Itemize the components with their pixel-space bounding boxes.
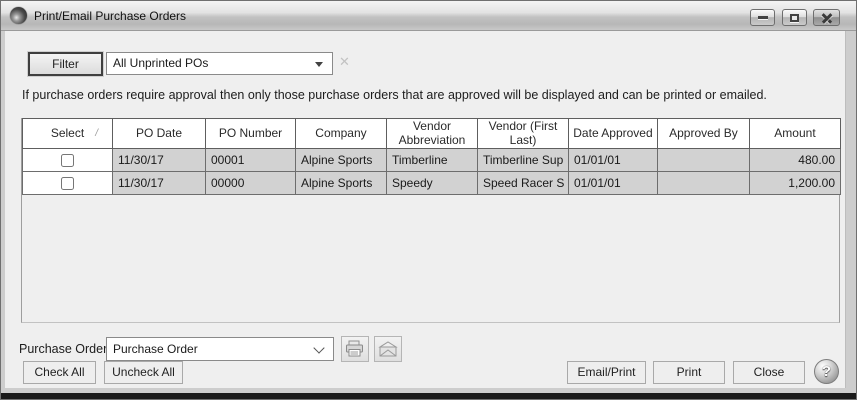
cell-approved-by [657, 149, 749, 172]
purchase-order-label: Purchase Order [19, 337, 107, 361]
uncheck-all-button[interactable]: Uncheck All [104, 361, 183, 384]
filter-dropdown[interactable]: All Unprinted POs [106, 52, 333, 75]
cell-select [23, 172, 113, 195]
app-orb-icon [10, 7, 27, 24]
approval-instruction-text: If purchase orders require approval then… [22, 88, 832, 102]
column-header-vendor-abbreviation[interactable]: Vendor Abbreviation [386, 119, 477, 149]
print-button[interactable]: Print [653, 361, 725, 384]
cell-po-number: 00000 [206, 172, 296, 195]
envelope-icon [378, 341, 398, 357]
cell-date-approved: 01/01/01 [568, 172, 657, 195]
printer-icon [345, 340, 365, 358]
cell-po-date: 11/30/17 [112, 149, 205, 172]
print-preview-button[interactable] [341, 336, 369, 362]
column-header-date-approved[interactable]: Date Approved [568, 119, 657, 149]
table-row: 11/30/17 00000 Alpine Sports Speedy Spee… [23, 172, 841, 195]
row-checkbox[interactable] [61, 177, 74, 190]
close-icon [821, 12, 833, 24]
cell-select [23, 149, 113, 172]
column-header-po-date[interactable]: PO Date [112, 119, 205, 149]
close-button[interactable] [813, 9, 840, 26]
column-header-po-number[interactable]: PO Number [206, 119, 296, 149]
print-email-purchase-orders-window: Print/Email Purchase Orders Filter All U… [0, 0, 857, 400]
purchase-order-dropdown[interactable]: Purchase Order [106, 337, 334, 361]
close-dialog-button[interactable]: Close [733, 361, 805, 384]
cell-vendor-abbreviation: Speedy [386, 172, 477, 195]
column-header-select[interactable]: Select / [23, 119, 113, 149]
filter-dropdown-value: All Unprinted POs [113, 56, 208, 70]
maximize-button[interactable] [782, 9, 807, 26]
cell-vendor-first-last: Timberline Sup [477, 149, 568, 172]
email-button-icon-button[interactable] [374, 336, 402, 362]
window-title: Print/Email Purchase Orders [34, 9, 186, 23]
maximize-icon [790, 14, 799, 22]
po-table: Select / PO Date PO Number Company Vendo… [22, 118, 841, 195]
cell-po-date: 11/30/17 [112, 172, 205, 195]
cell-po-number: 00001 [206, 149, 296, 172]
cell-date-approved: 01/01/01 [568, 149, 657, 172]
column-header-amount[interactable]: Amount [749, 119, 840, 149]
minimize-icon [758, 16, 768, 19]
table-row: 11/30/17 00001 Alpine Sports Timberline … [23, 149, 841, 172]
column-header-vendor-first-last[interactable]: Vendor (First Last) [477, 119, 568, 149]
chevron-down-icon [313, 342, 324, 353]
minimize-button[interactable] [750, 9, 775, 26]
cell-approved-by [657, 172, 749, 195]
column-header-approved-by[interactable]: Approved By [657, 119, 749, 149]
check-all-button[interactable]: Check All [23, 361, 96, 384]
help-button[interactable]: ? [814, 359, 839, 384]
bottom-edge-strip [1, 393, 856, 399]
filter-button[interactable]: Filter [28, 52, 103, 76]
email-print-button[interactable]: Email/Print [567, 361, 646, 384]
purchase-order-dropdown-value: Purchase Order [113, 342, 198, 356]
column-header-company[interactable]: Company [295, 119, 386, 149]
dialog-content: Filter All Unprinted POs ✕ If purchase o… [5, 31, 846, 388]
cell-amount: 1,200.00 [749, 172, 840, 195]
sort-indicator-icon: / [95, 128, 98, 140]
purchase-orders-grid: Select / PO Date PO Number Company Vendo… [21, 118, 840, 323]
row-checkbox[interactable] [61, 154, 74, 167]
cell-vendor-abbreviation: Timberline [386, 149, 477, 172]
cell-vendor-first-last: Speed Racer S [477, 172, 568, 195]
clear-filter-icon: ✕ [339, 54, 353, 72]
cell-company: Alpine Sports [295, 172, 386, 195]
cell-amount: 480.00 [749, 149, 840, 172]
titlebar[interactable]: Print/Email Purchase Orders [1, 1, 856, 31]
header-row: Select / PO Date PO Number Company Vendo… [23, 119, 841, 149]
cell-company: Alpine Sports [295, 149, 386, 172]
dropdown-arrow-icon [315, 62, 323, 67]
